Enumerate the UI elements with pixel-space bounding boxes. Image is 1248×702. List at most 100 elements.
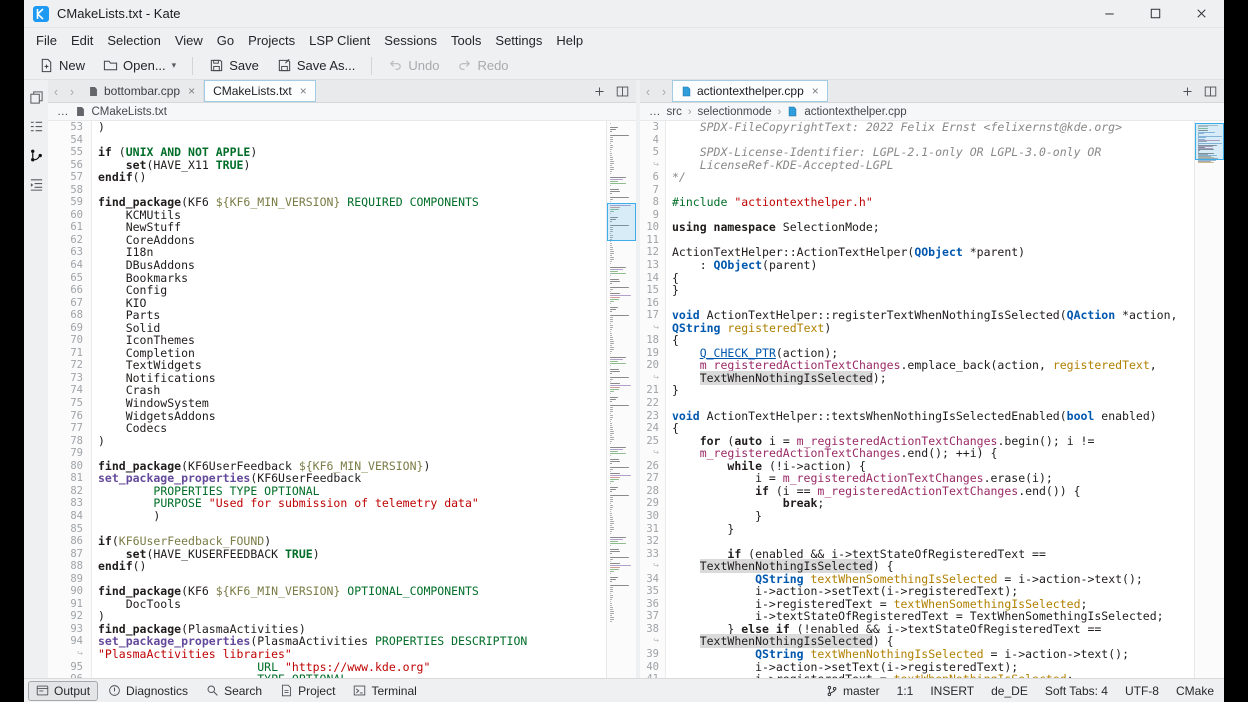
- tab-close-icon[interactable]: ×: [188, 84, 195, 98]
- line-number: 29: [640, 497, 659, 510]
- git-tool-button[interactable]: [26, 145, 46, 165]
- line-number: 19: [640, 347, 659, 360]
- tab-close-icon[interactable]: ×: [812, 84, 819, 98]
- status-label: Soft Tabs: 4: [1045, 684, 1108, 698]
- left-code-area[interactable]: )if (UNIX AND NOT APPLE) set(HAVE_X11 TR…: [92, 121, 606, 678]
- panel-diagnostics-button[interactable]: Diagnostics: [100, 681, 196, 701]
- maximize-icon: [1148, 6, 1163, 21]
- minimap-mark: [610, 475, 631, 476]
- git-branch-icon: [826, 685, 838, 697]
- toolbar-save-as-button[interactable]: Save As...: [269, 55, 364, 76]
- tab-close-icon[interactable]: ×: [300, 84, 307, 98]
- menu-help[interactable]: Help: [549, 30, 590, 51]
- toolbar-save-button[interactable]: Save: [201, 55, 267, 76]
- snippets-tool-button[interactable]: [26, 174, 46, 194]
- line-number: 9: [640, 209, 659, 222]
- split-button[interactable]: [1200, 82, 1220, 100]
- documents-tool-button[interactable]: [26, 87, 46, 107]
- plus-icon: [1181, 85, 1194, 98]
- status-bar-panels: OutputDiagnostics Search ProjectTerminal: [28, 681, 425, 701]
- tab-scroll-left-icon[interactable]: ‹: [48, 80, 64, 102]
- panel-search-button[interactable]: Search: [198, 681, 270, 701]
- minimap-mark: [610, 261, 612, 262]
- breadcrumb-item[interactable]: selectionmode: [698, 106, 772, 118]
- menu-file[interactable]: File: [29, 30, 64, 51]
- menu-settings[interactable]: Settings: [488, 30, 549, 51]
- git-icon: [29, 148, 44, 163]
- right-minimap-viewport[interactable]: [1195, 123, 1224, 160]
- menu-projects[interactable]: Projects: [241, 30, 302, 51]
- breadcrumb-separator: ›: [778, 106, 782, 118]
- right-code-area[interactable]: SPDX-FileCopyrightText: 2022 Felix Ernst…: [666, 121, 1194, 678]
- plus-button[interactable]: [1177, 82, 1197, 100]
- line-number: 20: [640, 359, 659, 372]
- panel-terminal-button[interactable]: Terminal: [345, 681, 424, 701]
- minimap-mark: [610, 399, 616, 400]
- right-minimap-scrollbar[interactable]: [1194, 121, 1224, 678]
- minimap-mark: [610, 311, 612, 312]
- minimap-mark: [610, 571, 614, 572]
- minimap-mark: [610, 373, 612, 374]
- line-number: 77: [48, 422, 83, 435]
- menu-go[interactable]: Go: [210, 30, 241, 51]
- breadcrumb-item[interactable]: src: [667, 106, 682, 118]
- minimap-mark: [610, 517, 613, 518]
- panel-output-button[interactable]: Output: [28, 681, 98, 701]
- minimize-button[interactable]: [1086, 0, 1132, 27]
- menu-edit[interactable]: Edit: [64, 30, 100, 51]
- minimap-mark: [610, 377, 629, 378]
- breadcrumb-item[interactable]: …: [649, 106, 661, 118]
- minimap-mark: [610, 293, 620, 294]
- breadcrumb-item[interactable]: …: [57, 106, 69, 118]
- status-1-1[interactable]: 1:1: [897, 684, 914, 698]
- minimap-mark: [610, 159, 613, 160]
- maximize-button[interactable]: [1132, 0, 1178, 27]
- tab-scroll-right-icon[interactable]: ›: [656, 80, 672, 102]
- status-soft-tabs-4[interactable]: Soft Tabs: 4: [1045, 684, 1108, 698]
- minimap-mark: [610, 247, 613, 248]
- status-utf-8[interactable]: UTF-8: [1125, 684, 1159, 698]
- menu-sessions[interactable]: Sessions: [377, 30, 444, 51]
- minimap-mark: [610, 407, 613, 408]
- tab-label: CMakeLists.txt: [213, 84, 292, 98]
- minimap-mark: [610, 289, 613, 290]
- tab-bottombar-cpp[interactable]: bottombar.cpp×: [80, 80, 204, 102]
- status-insert[interactable]: INSERT: [930, 684, 974, 698]
- toolbar-new-button[interactable]: New: [31, 55, 93, 76]
- left-minimap-viewport[interactable]: [607, 203, 636, 241]
- panel-project-button[interactable]: Project: [272, 681, 343, 701]
- minimap-mark: [610, 563, 620, 564]
- tab-cmakelists-txt[interactable]: CMakeLists.txt ×: [204, 80, 316, 102]
- plus-button[interactable]: [589, 82, 609, 100]
- panel-label: Search: [224, 684, 262, 698]
- tab-scroll-right-icon[interactable]: ›: [64, 80, 80, 102]
- status-cmake[interactable]: CMake: [1176, 684, 1214, 698]
- split-button[interactable]: [612, 82, 632, 100]
- minimap-mark: [610, 325, 613, 326]
- minimap-mark: [610, 539, 623, 540]
- menu-lsp-client[interactable]: LSP Client: [302, 30, 377, 51]
- status-master[interactable]: master: [826, 684, 880, 698]
- tab-scroll-left-icon[interactable]: ‹: [640, 80, 656, 102]
- close-button[interactable]: [1178, 0, 1224, 27]
- close-icon: [1194, 6, 1209, 21]
- code-line: }: [672, 523, 1194, 536]
- toolbar-redo-button[interactable]: Redo: [449, 55, 516, 76]
- menu-tools[interactable]: Tools: [444, 30, 488, 51]
- menu-selection[interactable]: Selection: [100, 30, 167, 51]
- status-de-de[interactable]: de_DE: [991, 684, 1028, 698]
- tab-actiontexthelper-cpp[interactable]: actiontexthelper.cpp×: [672, 80, 828, 102]
- titlebar[interactable]: CMakeLists.txt - Kate: [24, 0, 1224, 28]
- minimap-mark: [610, 149, 612, 150]
- breadcrumb-item[interactable]: actiontexthelper.cpp: [804, 106, 906, 118]
- toolbar-undo-button[interactable]: Undo: [380, 55, 447, 76]
- toolbar-open-button[interactable]: Open...▾: [95, 55, 184, 76]
- minimap-mark: [610, 363, 626, 364]
- menu-view[interactable]: View: [168, 30, 210, 51]
- left-minimap-scrollbar[interactable]: [606, 121, 636, 678]
- filesystem-tool-button[interactable]: [26, 116, 46, 136]
- minimap-mark: [610, 255, 612, 256]
- minimap-mark: [610, 359, 623, 360]
- minimap-mark: [610, 405, 629, 406]
- breadcrumb-item[interactable]: CMakeLists.txt: [92, 106, 167, 118]
